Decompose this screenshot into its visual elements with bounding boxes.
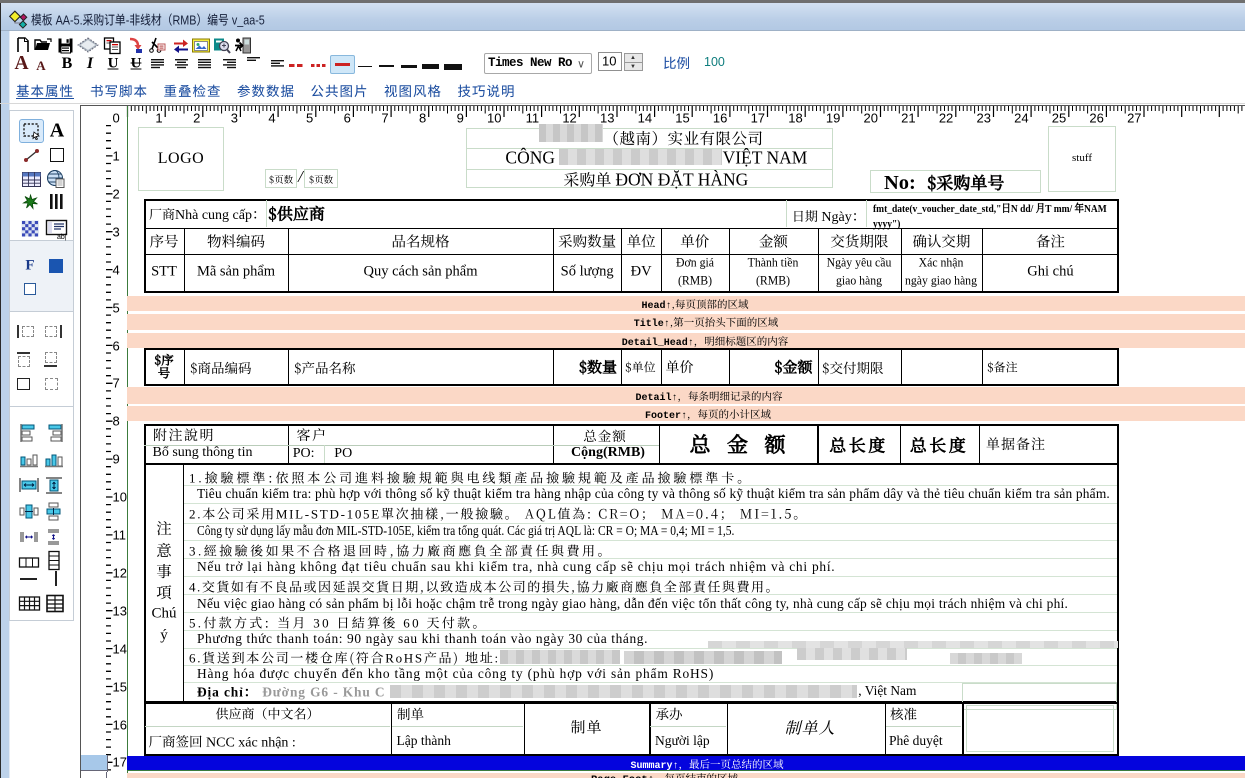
svg-text:ab|: ab| — [57, 234, 67, 241]
